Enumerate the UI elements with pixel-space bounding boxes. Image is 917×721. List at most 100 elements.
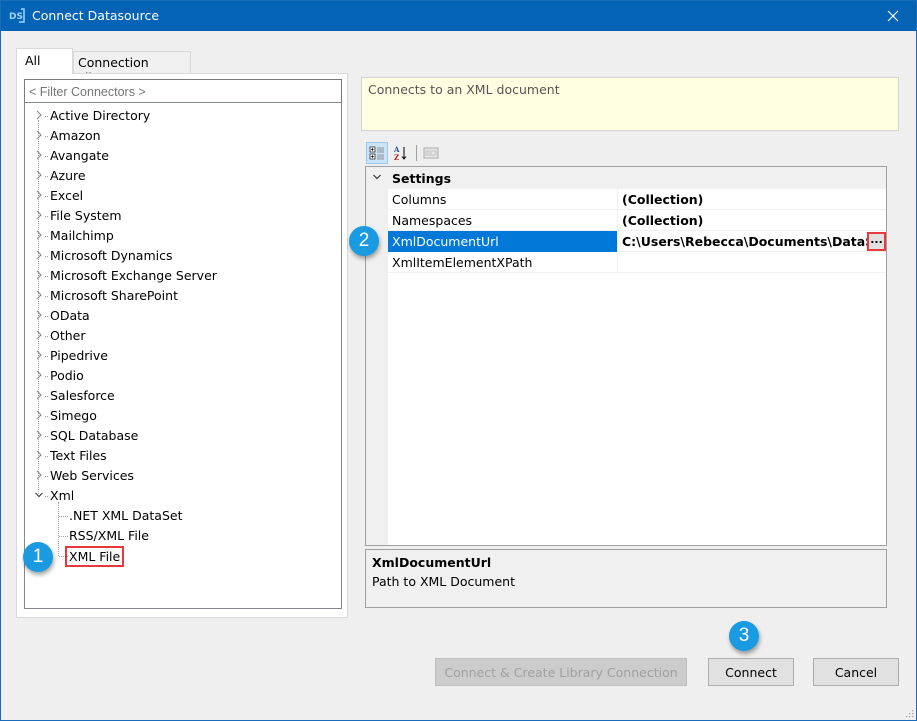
chevron-right-icon[interactable] — [34, 109, 44, 121]
tree-connector — [45, 356, 48, 357]
cancel-button[interactable]: Cancel — [813, 658, 899, 686]
tree-item-label: XML File — [64, 546, 125, 567]
tree-item-label: Microsoft Exchange Server — [50, 268, 217, 283]
chevron-right-icon[interactable] — [34, 209, 44, 221]
tree-connector — [45, 256, 48, 257]
tree-item-label: Salesforce — [50, 388, 115, 403]
property-row-xmlitemelementxpath[interactable]: XmlItemElementXPath — [388, 252, 886, 273]
property-row-columns[interactable]: Columns (Collection) — [388, 189, 886, 210]
tree-connector — [45, 216, 48, 217]
tree-connector — [45, 316, 48, 317]
property-value-text: C:\Users\Rebecca\Documents\DataSync — [622, 234, 886, 249]
chevron-right-icon[interactable] — [34, 149, 44, 161]
tree-connector — [45, 236, 48, 237]
connect-button[interactable]: Connect — [708, 658, 794, 686]
property-name: XmlItemElementXPath — [388, 252, 618, 273]
chevron-right-icon[interactable] — [34, 449, 44, 461]
tree-connector — [59, 516, 68, 517]
chevron-right-icon[interactable] — [34, 349, 44, 361]
tree-item-label: Simego — [50, 408, 97, 423]
tree-item-label: Microsoft SharePoint — [50, 288, 178, 303]
grid-gutter — [366, 167, 388, 545]
tree-connector — [45, 136, 48, 137]
property-row-namespaces[interactable]: Namespaces (Collection) — [388, 210, 886, 231]
tree-connector — [45, 476, 48, 477]
window-title: Connect Datasource — [32, 8, 160, 23]
tree-item-label: Other — [50, 328, 86, 343]
chevron-right-icon[interactable] — [34, 269, 44, 281]
tree-connector — [59, 536, 68, 537]
chevron-right-icon[interactable] — [34, 169, 44, 181]
property-value[interactable]: (Collection) — [619, 189, 886, 210]
tree-connector — [45, 336, 48, 337]
tree-item-label: Amazon — [50, 128, 101, 143]
alphabetical-button[interactable]: A Z — [390, 142, 412, 164]
help-text: Path to XML Document — [372, 574, 515, 589]
property-name: Columns — [388, 189, 618, 210]
browse-ellipsis-button[interactable]: ... — [867, 232, 886, 251]
property-pages-icon — [423, 147, 439, 159]
chevron-right-icon[interactable] — [34, 309, 44, 321]
step-badge-1: 1 — [23, 542, 53, 572]
tree-item-label: Active Directory — [50, 108, 151, 123]
toolbar-separator — [416, 145, 417, 161]
chevron-right-icon[interactable] — [34, 249, 44, 261]
chevron-right-icon[interactable] — [34, 389, 44, 401]
property-row-xmldocumenturl[interactable]: XmlDocumentUrl C:\Users\Rebecca\Document… — [388, 231, 886, 252]
sort-alphabetical-icon: A Z — [393, 145, 407, 161]
tree-connector — [45, 416, 48, 417]
tree-connector — [45, 156, 48, 157]
tree-item-label: SQL Database — [50, 428, 139, 443]
categorized-view-icon — [369, 146, 384, 160]
chevron-right-icon[interactable] — [34, 429, 44, 441]
step-badge-2: 2 — [349, 226, 379, 256]
chevron-right-icon[interactable] — [34, 129, 44, 141]
tab-all-label: All — [25, 53, 41, 68]
svg-text:Z: Z — [394, 153, 399, 161]
tree-item-label: Text Files — [50, 448, 107, 463]
step-badge-3: 3 — [729, 621, 759, 651]
category-settings[interactable]: Settings — [366, 167, 886, 189]
tree-item-label: Excel — [50, 188, 84, 203]
tree-item-label: OData — [50, 308, 90, 323]
chevron-right-icon[interactable] — [34, 369, 44, 381]
chevron-right-icon[interactable] — [34, 229, 44, 241]
chevron-down-icon[interactable] — [34, 489, 44, 501]
categorized-button[interactable] — [366, 142, 388, 164]
tree-connector — [45, 496, 48, 497]
property-help-panel: XmlDocumentUrl Path to XML Document — [365, 549, 887, 608]
chevron-down-icon — [373, 174, 381, 180]
tree-item-label: Avangate — [50, 148, 109, 163]
svg-text:DS: DS — [9, 12, 23, 22]
property-name: XmlDocumentUrl — [388, 231, 618, 252]
chevron-right-icon[interactable] — [34, 329, 44, 341]
tree-item-label: Xml — [50, 488, 75, 503]
chevron-right-icon[interactable] — [34, 469, 44, 481]
datasync-logo-icon: DS — [9, 8, 25, 23]
connector-tree[interactable]: Active Directory Amazon Avangate Azure Excel… — [24, 102, 342, 609]
tree-connector — [45, 196, 48, 197]
tree-connector — [45, 436, 48, 437]
property-value-editor[interactable]: C:\Users\Rebecca\Documents\DataSync ... — [619, 231, 886, 252]
property-name: Namespaces — [388, 210, 618, 231]
tree-item-label: Azure — [50, 168, 86, 183]
tab-all[interactable]: All — [16, 48, 73, 74]
title-bar: DS Connect Datasource — [1, 1, 916, 31]
property-value[interactable] — [619, 252, 886, 273]
resize-grip-icon[interactable] — [904, 708, 914, 718]
chevron-right-icon[interactable] — [34, 189, 44, 201]
connect-datasource-dialog: DS Connect Datasource All Connection Lib… — [0, 0, 917, 721]
close-button[interactable] — [870, 1, 916, 31]
tree-item-label: File System — [50, 208, 122, 223]
property-value[interactable]: (Collection) — [619, 210, 886, 231]
tab-connection-library[interactable]: Connection Library — [73, 51, 191, 85]
chevron-right-icon[interactable] — [34, 409, 44, 421]
close-icon — [887, 10, 899, 22]
property-pages-button[interactable] — [420, 142, 442, 164]
tree-child-guide-line — [58, 502, 59, 556]
filter-connectors-input[interactable] — [24, 79, 342, 103]
tree-connector — [45, 376, 48, 377]
connect-create-library-button[interactable]: Connect & Create Library Connection — [435, 658, 687, 686]
connector-description: Connects to an XML document — [361, 77, 899, 131]
chevron-right-icon[interactable] — [34, 289, 44, 301]
